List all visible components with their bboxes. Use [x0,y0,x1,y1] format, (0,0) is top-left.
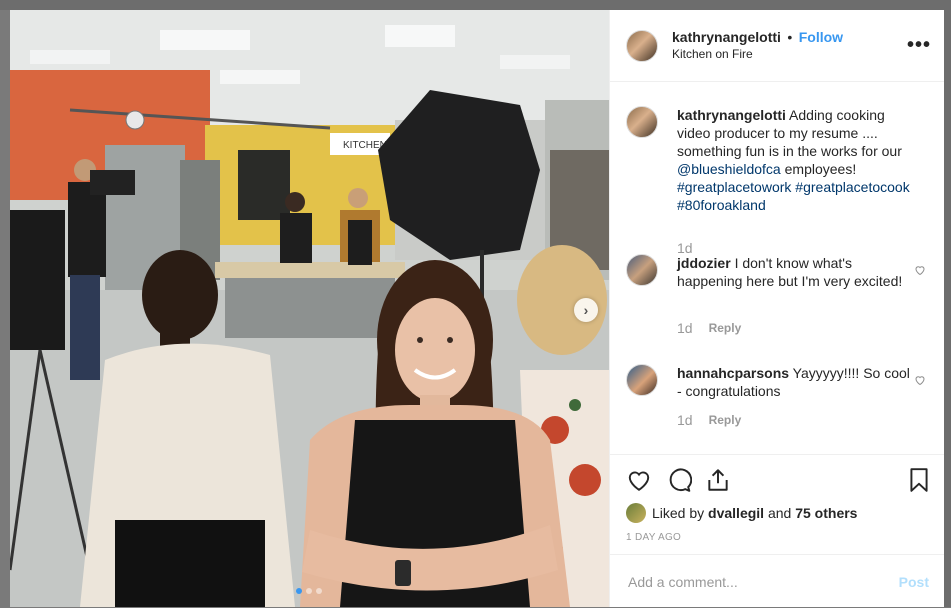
caption-username[interactable]: kathrynangelotti [677,107,786,123]
post-actions: Liked by dvallegil and 75 others 1 day a… [610,454,945,555]
reply-button[interactable]: Reply [709,321,742,335]
photo-illustration: KITCHEN [10,10,609,607]
liker-avatar[interactable] [626,503,646,523]
hashtag-link[interactable]: #greatplacetowork [677,179,791,195]
post-photo[interactable]: KITCHEN › [10,10,609,607]
carousel-dot [306,588,312,594]
hashtag-link[interactable]: #greatplacetocook [795,179,909,195]
like-comment-heart-icon[interactable] [914,374,926,386]
share-icon[interactable] [705,467,731,493]
post-comment-button[interactable]: Post [899,574,929,590]
carousel-dot [296,588,302,594]
like-heart-icon[interactable] [626,467,652,493]
carousel-dot [316,588,322,594]
likes-joiner: and [767,505,792,521]
post-details-panel: kathrynangelotti • Follow Kitchen on Fir… [609,10,945,607]
post-header: kathrynangelotti • Follow Kitchen on Fir… [610,10,945,82]
comment-username[interactable]: hannahcparsons [677,365,789,381]
comment-input[interactable] [626,572,890,591]
liker-username[interactable]: dvallegil [708,505,764,521]
modal-backdrop-edge[interactable] [944,10,951,607]
commenter-avatar[interactable] [626,364,658,396]
likes-others-link[interactable]: 75 others [795,505,857,521]
caption-text: kathrynangelotti Adding cooking video pr… [677,106,917,214]
reply-button[interactable]: Reply [709,413,742,427]
separator-dot: • [787,28,793,45]
commenter-avatar[interactable] [626,254,658,286]
likes-summary: Liked by dvallegil and 75 others [626,503,857,523]
author-username[interactable]: kathrynangelotti [672,29,781,45]
author-avatar[interactable] [626,106,658,138]
comments-list[interactable]: kathrynangelotti Adding cooking video pr… [610,82,945,454]
comment-age[interactable]: 1d [677,320,693,336]
bookmark-icon[interactable] [906,467,932,493]
post-timestamp[interactable]: 1 day ago [626,532,681,543]
modal-backdrop[interactable] [0,0,951,10]
caption-text-part: employees! [784,161,857,177]
author-avatar[interactable] [626,29,658,62]
hashtag-link[interactable]: #80foroakland [677,197,766,213]
mention-link[interactable]: @blueshieldofca [677,161,781,177]
like-comment-heart-icon[interactable] [914,264,926,276]
more-options-icon[interactable]: ••• [907,34,931,57]
chevron-right-icon: › [583,302,589,318]
follow-button[interactable]: Follow [799,29,843,45]
post-location[interactable]: Kitchen on Fire [672,46,843,63]
carousel-indicator [296,588,322,594]
comment-username[interactable]: jddozier [677,255,731,271]
next-slide-button[interactable]: › [574,298,598,322]
comment-age[interactable]: 1d [677,412,693,428]
comment-bubble-icon[interactable] [666,467,692,493]
likes-prefix: Liked by [652,505,705,521]
add-comment-bar: Post [610,554,945,608]
